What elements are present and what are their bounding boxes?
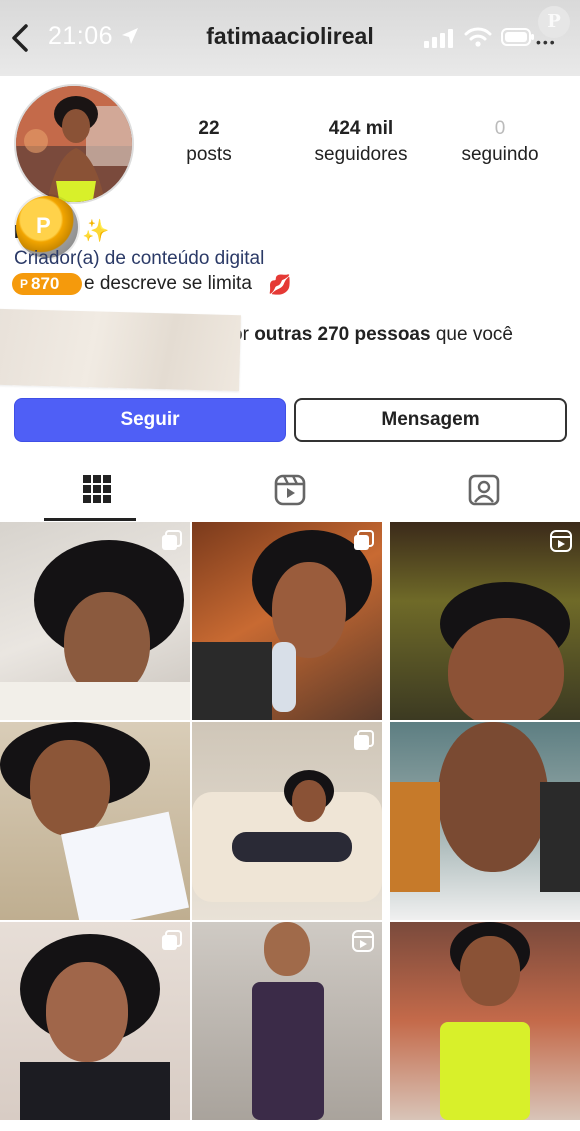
following-count-value: 0 xyxy=(494,118,506,139)
reels-icon xyxy=(274,474,305,506)
post-thumbnail[interactable] xyxy=(192,922,382,1120)
posts-count: 22 posts xyxy=(166,118,252,166)
profile-category: Criador(a) de conteúdo digital xyxy=(14,248,265,269)
profile-username: fatimaaciolireal xyxy=(206,23,374,49)
battery-icon xyxy=(501,28,534,46)
profile-tabs xyxy=(0,468,580,522)
message-button[interactable]: Mensagem xyxy=(294,398,567,442)
post-thumbnail[interactable] xyxy=(192,522,382,720)
cellular-signal-icon xyxy=(424,29,453,48)
carousel-icon xyxy=(352,730,374,752)
reel-icon xyxy=(550,530,572,552)
followers-count-label: seguidores xyxy=(314,144,408,165)
post-thumbnail[interactable] xyxy=(0,522,190,720)
active-tab-indicator xyxy=(44,518,136,521)
tab-tagged[interactable] xyxy=(387,468,580,522)
reel-icon xyxy=(352,930,374,952)
carousel-icon xyxy=(160,530,182,552)
carousel-icon xyxy=(352,530,374,552)
post-thumbnail[interactable] xyxy=(390,722,580,920)
points-badge-value: 870 xyxy=(31,274,60,293)
points-badge: P 870 xyxy=(12,273,82,295)
followers-count-value: 424 mil xyxy=(328,118,394,139)
follow-button[interactable]: Seguir xyxy=(14,398,286,442)
profile-bio: e descreve se limita xyxy=(84,273,252,294)
tagged-icon xyxy=(468,474,499,506)
avatar-photo xyxy=(16,86,132,202)
grid-icon xyxy=(82,475,111,503)
sparkle-emoji: ✨ xyxy=(82,218,110,243)
carousel-icon xyxy=(160,930,182,952)
profile-avatar[interactable] xyxy=(14,84,134,204)
tab-posts-grid[interactable] xyxy=(0,468,193,522)
post-thumbnail[interactable] xyxy=(390,522,580,720)
following-count-label: seguindo xyxy=(461,144,539,165)
post-thumbnail[interactable] xyxy=(192,722,382,920)
followers-count[interactable]: 424 mil seguidores xyxy=(296,118,426,166)
watermark-logo: P xyxy=(538,6,570,38)
wifi-icon xyxy=(464,27,492,47)
followed-by-text[interactable]: or outras 270 pessoas que você xyxy=(232,324,513,346)
redaction-tape xyxy=(0,308,241,392)
lips-emoji: 💋 xyxy=(268,275,292,296)
tab-reels[interactable] xyxy=(193,468,386,522)
following-count[interactable]: 0 seguindo xyxy=(448,118,552,166)
post-thumbnail[interactable] xyxy=(0,722,190,920)
posts-count-value: 22 xyxy=(198,118,220,139)
posts-count-label: posts xyxy=(186,144,232,165)
post-thumbnail[interactable] xyxy=(390,922,580,1120)
points-badge-icon: P xyxy=(20,277,29,291)
status-bar: 21:06 fatimaaciolireal ••• P xyxy=(0,0,580,76)
post-thumbnail[interactable] xyxy=(0,922,190,1120)
